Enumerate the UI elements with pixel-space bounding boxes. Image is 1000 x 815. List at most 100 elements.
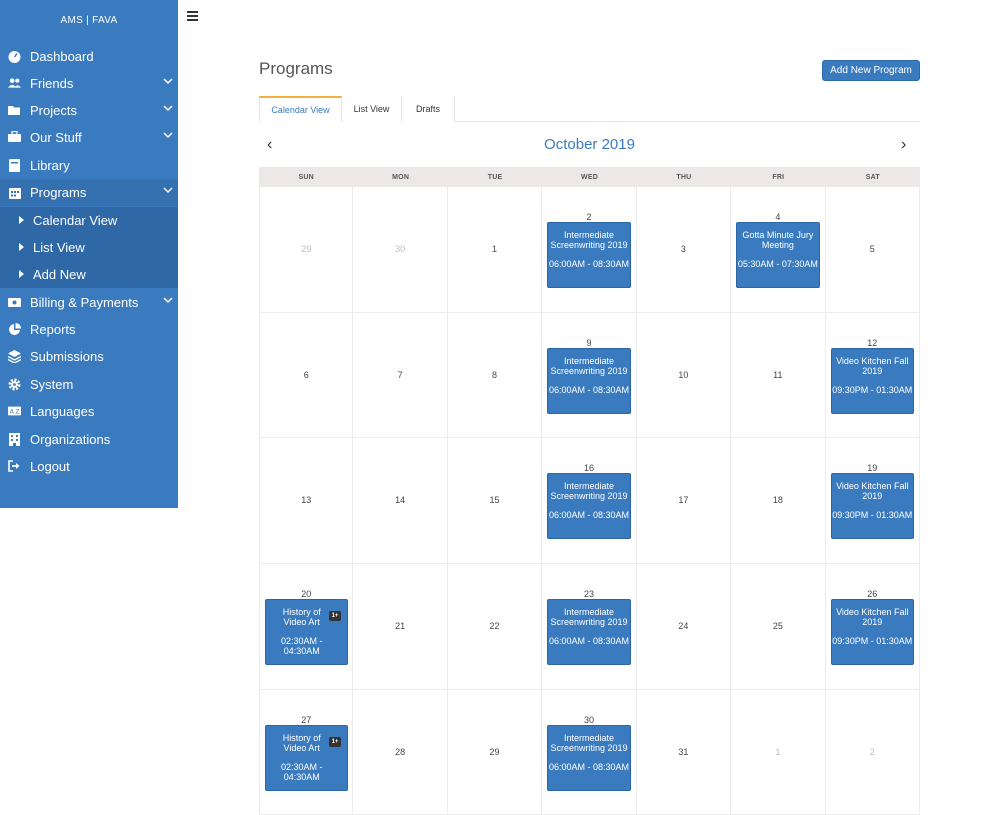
- book-icon: [8, 158, 21, 172]
- nav-friends-label: Friends: [30, 76, 74, 91]
- calendar-event[interactable]: Video Kitchen Fall 2019 09:30PM - 01:30AM: [830, 347, 914, 414]
- day-cell[interactable]: 30: [353, 187, 448, 313]
- day-cell[interactable]: 10: [636, 312, 732, 439]
- prev-month-button[interactable]: ‹: [267, 136, 277, 154]
- day-cell[interactable]: 2 Intermediate Screenwriting 2019 06:00AM …: [542, 187, 637, 313]
- day-cell[interactable]: 24: [636, 564, 732, 690]
- calendar-event[interactable]: Intermediate Screenwriting 2019 06:00AM -…: [547, 473, 631, 540]
- day-cell[interactable]: 1: [447, 187, 543, 313]
- nav-reports[interactable]: Reports: [0, 316, 178, 343]
- event-time: 06:00AM - 08:30AM: [548, 259, 630, 269]
- page-title: Programs: [259, 59, 333, 78]
- event-title: History of Video Art: [282, 732, 321, 753]
- nav-billing[interactable]: Billing & Payments: [0, 289, 178, 316]
- calendar-month-title: October 2019: [544, 136, 635, 153]
- calendar-event[interactable]: Intermediate Screenwriting 2019 06:00AM -…: [547, 724, 631, 791]
- calendar-event[interactable]: History of Video Art 02:30AM - 04:30AM 1+: [265, 724, 349, 791]
- calendar-event[interactable]: Intermediate Screenwriting 2019 06:00AM -…: [547, 222, 631, 288]
- day-cell[interactable]: 17: [636, 438, 732, 565]
- day-cell[interactable]: 7: [353, 312, 448, 439]
- calendar-event[interactable]: Intermediate Screenwriting 2019 06:00AM -…: [547, 347, 631, 414]
- tab-list-view[interactable]: List View: [342, 96, 402, 122]
- more-events-badge[interactable]: 1+: [328, 736, 342, 747]
- day-cell[interactable]: 9 Intermediate Screenwriting 2019 06:00AM …: [542, 312, 637, 439]
- nav-submissions-label: Submissions: [30, 349, 104, 364]
- subnav-calendar-view[interactable]: Calendar View: [0, 207, 178, 234]
- calendar-event[interactable]: Video Kitchen Fall 2019 09:30PM - 01:30AM: [830, 599, 914, 666]
- day-cell[interactable]: 11: [731, 312, 826, 439]
- weekday-mon: MON: [392, 173, 410, 181]
- day-number: 28: [395, 746, 406, 757]
- tab-calendar-view[interactable]: Calendar View: [259, 96, 342, 122]
- day-cell[interactable]: 13: [259, 438, 354, 565]
- nav-projects[interactable]: Projects: [0, 97, 178, 124]
- nav-programs[interactable]: Programs: [0, 179, 178, 206]
- nav-programs-label: Programs: [30, 185, 87, 200]
- chevron-down-icon: [163, 187, 173, 194]
- day-cell[interactable]: 2: [825, 689, 920, 815]
- nav-reports-label: Reports: [30, 322, 76, 337]
- nav-library[interactable]: Library: [0, 152, 178, 179]
- day-cell[interactable]: 12 Video Kitchen Fall 2019 09:30PM - 01:30…: [825, 312, 920, 439]
- add-new-program-button[interactable]: Add New Program: [822, 60, 920, 81]
- hamburger-menu-icon[interactable]: [187, 11, 198, 21]
- calendar-event[interactable]: Gotta Minute Jury Meeting 05:30AM - 07:30…: [736, 222, 820, 288]
- calendar-event[interactable]: Intermediate Screenwriting 2019 06:00AM -…: [547, 599, 631, 666]
- day-number: 9: [586, 337, 592, 348]
- day-cell[interactable]: 4 Gotta Minute Jury Meeting 05:30AM - 07:3…: [731, 187, 826, 313]
- day-cell[interactable]: 29: [447, 689, 543, 815]
- day-cell[interactable]: 18: [731, 438, 826, 565]
- view-tabs: Calendar View List View Drafts: [259, 96, 920, 122]
- day-cell[interactable]: 6: [259, 312, 354, 439]
- nav-our-stuff-label: Our Stuff: [30, 130, 82, 145]
- day-cell[interactable]: 31: [636, 689, 732, 815]
- nav-system[interactable]: System: [0, 371, 178, 398]
- nav-our-stuff[interactable]: Our Stuff: [0, 124, 178, 151]
- day-cell[interactable]: 3: [636, 187, 732, 313]
- day-cell[interactable]: 28: [353, 689, 448, 815]
- nav-submissions[interactable]: Submissions: [0, 343, 178, 370]
- calendar-event[interactable]: Video Kitchen Fall 2019 09:30PM - 01:30AM: [830, 473, 914, 540]
- day-cell[interactable]: 14: [353, 438, 448, 565]
- day-number: 15: [489, 495, 500, 506]
- nav-dashboard[interactable]: Dashboard: [0, 43, 178, 70]
- day-cell[interactable]: 23 Intermediate Screenwriting 2019 06:00AM…: [542, 564, 637, 690]
- nav-friends[interactable]: Friends: [0, 70, 178, 97]
- day-cell[interactable]: 26 Video Kitchen Fall 2019 09:30PM - 01:30…: [825, 564, 920, 690]
- day-number: 26: [867, 589, 878, 600]
- event-time: 09:30PM - 01:30AM: [832, 636, 913, 647]
- weekday-header-row: SUN MON TUE WED THU FRI SAT: [259, 167, 920, 187]
- day-number: 18: [772, 495, 783, 506]
- tab-drafts[interactable]: Drafts: [402, 96, 455, 122]
- more-events-badge[interactable]: 1+: [328, 611, 342, 622]
- day-cell[interactable]: 29: [259, 187, 354, 313]
- caret-right-icon: [19, 243, 24, 251]
- day-cell[interactable]: 1: [731, 689, 826, 815]
- next-month-button[interactable]: ›: [901, 136, 911, 154]
- day-cell[interactable]: 22: [447, 564, 543, 690]
- subnav-list-view[interactable]: List View: [0, 234, 178, 261]
- day-cell[interactable]: 8: [447, 312, 543, 439]
- day-cell[interactable]: 30 Intermediate Screenwriting 2019 06:00AM…: [542, 689, 637, 815]
- day-number: 4: [775, 212, 781, 222]
- nav-organizations[interactable]: Organizations: [0, 426, 178, 453]
- nav-billing-label: Billing & Payments: [30, 295, 139, 310]
- nav-logout[interactable]: Logout: [0, 453, 178, 480]
- day-number: 30: [395, 244, 406, 254]
- nav-languages[interactable]: AZ Languages: [0, 398, 178, 425]
- event-title: Intermediate Screenwriting 2019: [550, 481, 628, 502]
- day-cell[interactable]: 16 Intermediate Screenwriting 2019 06:00AM…: [542, 438, 637, 565]
- day-number: 23: [583, 589, 594, 600]
- day-cell[interactable]: 19 Video Kitchen Fall 2019 09:30PM - 01:30…: [825, 438, 920, 565]
- day-cell[interactable]: 5: [825, 187, 920, 313]
- calendar-event[interactable]: History of Video Art 02:30AM - 04:30AM 1+: [265, 599, 349, 666]
- day-number: 19: [867, 463, 878, 474]
- day-cell[interactable]: 21: [353, 564, 448, 690]
- day-cell[interactable]: 20 History of Video Art 02:30AM - 04:30AM 1…: [259, 564, 354, 690]
- event-time: 06:00AM - 08:30AM: [548, 636, 630, 647]
- subnav-add-new[interactable]: Add New: [0, 261, 178, 288]
- day-cell[interactable]: 15: [447, 438, 543, 565]
- day-cell[interactable]: 25: [731, 564, 826, 690]
- day-cell[interactable]: 27 History of Video Art 02:30AM - 04:30AM 1…: [259, 689, 354, 815]
- users-icon: [8, 76, 21, 90]
